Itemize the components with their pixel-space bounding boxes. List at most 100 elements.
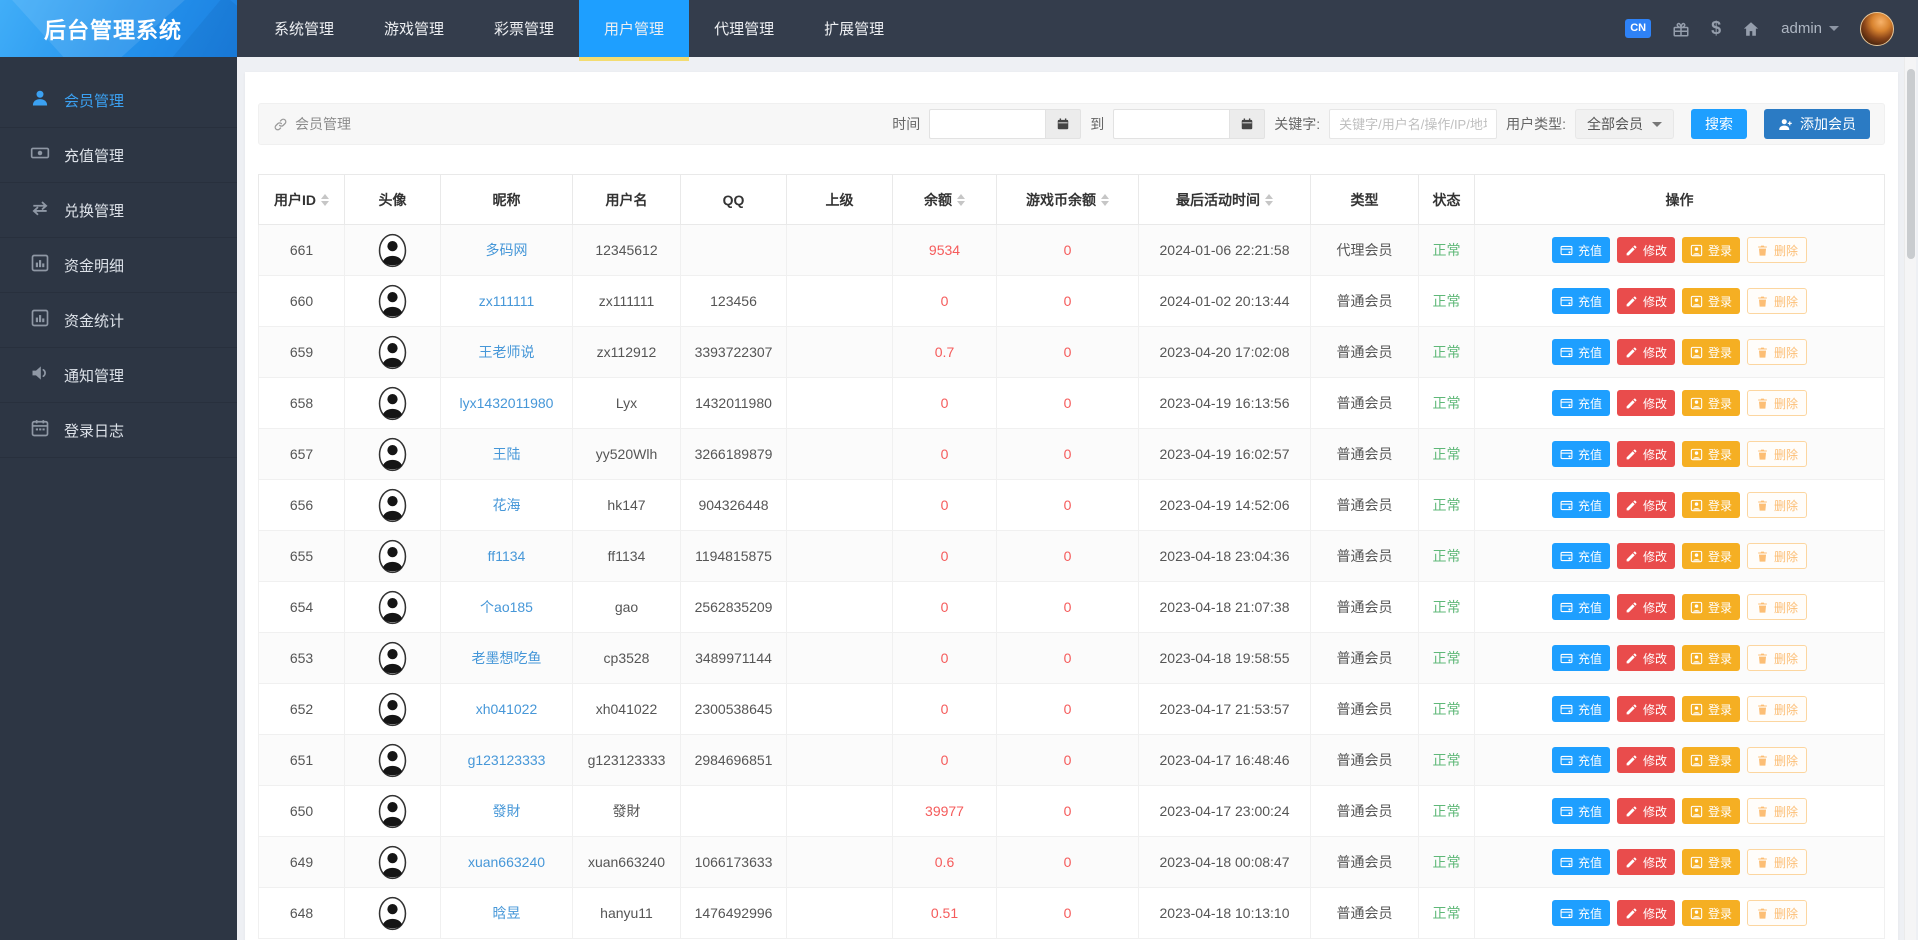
delete-button[interactable]: 删除 (1747, 288, 1808, 314)
login-button[interactable]: 登录 (1682, 390, 1741, 416)
recharge-button[interactable]: 充值 (1551, 696, 1610, 722)
sidebar-item-3[interactable]: 资金明细 (0, 238, 237, 293)
sidebar-item-0[interactable]: 会员管理 (0, 73, 237, 128)
recharge-button[interactable]: 充值 (1551, 237, 1610, 263)
nav-tab-5[interactable]: 扩展管理 (799, 0, 909, 57)
sidebar-item-1[interactable]: 充值管理 (0, 128, 237, 183)
nickname-link[interactable]: xh041022 (476, 701, 538, 717)
delete-button[interactable]: 删除 (1747, 747, 1808, 773)
nickname-link[interactable]: 花海 (493, 497, 521, 513)
gift-icon[interactable] (1672, 20, 1690, 38)
delete-button[interactable]: 删除 (1747, 900, 1808, 926)
recharge-button[interactable]: 充值 (1551, 288, 1610, 314)
recharge-button[interactable]: 充值 (1551, 645, 1610, 671)
login-button[interactable]: 登录 (1682, 747, 1741, 773)
edit-button[interactable]: 修改 (1616, 441, 1675, 467)
nickname-link[interactable]: 王陆 (493, 446, 521, 462)
user-type-select[interactable]: 全部会员 (1575, 109, 1674, 139)
login-button[interactable]: 登录 (1682, 849, 1741, 875)
login-button[interactable]: 登录 (1682, 798, 1741, 824)
nickname-link[interactable]: xuan663240 (468, 854, 545, 870)
recharge-button[interactable]: 充值 (1551, 543, 1610, 569)
nickname-link[interactable]: g123123333 (468, 752, 546, 768)
nickname-link[interactable]: 晗昱 (493, 905, 521, 921)
nickname-link[interactable]: 王老师说 (479, 344, 535, 360)
login-button[interactable]: 登录 (1682, 288, 1741, 314)
delete-button[interactable]: 删除 (1747, 849, 1808, 875)
recharge-button[interactable]: 充值 (1551, 849, 1610, 875)
nickname-link[interactable]: 个ao185 (480, 599, 533, 615)
login-button[interactable]: 登录 (1682, 492, 1741, 518)
delete-button[interactable]: 删除 (1747, 492, 1808, 518)
login-button[interactable]: 登录 (1682, 900, 1741, 926)
sidebar-item-2[interactable]: 兑换管理 (0, 183, 237, 238)
delete-button[interactable]: 删除 (1747, 798, 1808, 824)
end-date-input[interactable] (1113, 109, 1230, 139)
delete-button[interactable]: 删除 (1747, 441, 1808, 467)
nickname-link[interactable]: zx111111 (479, 293, 535, 309)
edit-button[interactable]: 修改 (1616, 798, 1675, 824)
recharge-button[interactable]: 充值 (1551, 492, 1610, 518)
recharge-button[interactable]: 充值 (1551, 798, 1610, 824)
delete-button[interactable]: 删除 (1747, 543, 1808, 569)
delete-button[interactable]: 删除 (1747, 594, 1808, 620)
scrollbar[interactable] (1904, 57, 1916, 940)
sort-icon[interactable] (1101, 193, 1109, 206)
recharge-button[interactable]: 充值 (1551, 747, 1610, 773)
edit-button[interactable]: 修改 (1616, 339, 1675, 365)
recharge-button[interactable]: 充值 (1551, 594, 1610, 620)
home-icon[interactable] (1742, 20, 1760, 38)
nickname-link[interactable]: 老墨想吃鱼 (472, 650, 542, 666)
language-badge[interactable]: CN (1625, 19, 1652, 38)
nav-tab-0[interactable]: 系统管理 (249, 0, 359, 57)
add-member-button[interactable]: 添加会员 (1764, 109, 1870, 139)
edit-button[interactable]: 修改 (1616, 849, 1675, 875)
login-button[interactable]: 登录 (1682, 645, 1741, 671)
login-button[interactable]: 登录 (1682, 594, 1741, 620)
login-button[interactable]: 登录 (1682, 441, 1741, 467)
nickname-link[interactable]: lyx1432011980 (460, 395, 554, 411)
delete-button[interactable]: 删除 (1747, 696, 1808, 722)
edit-button[interactable]: 修改 (1616, 492, 1675, 518)
nickname-link[interactable]: 發財 (493, 803, 521, 819)
login-button[interactable]: 登录 (1682, 339, 1741, 365)
delete-button[interactable]: 删除 (1747, 237, 1808, 263)
calendar-icon[interactable] (1229, 109, 1266, 139)
edit-button[interactable]: 修改 (1616, 900, 1675, 926)
sidebar-item-4[interactable]: 资金统计 (0, 293, 237, 348)
edit-button[interactable]: 修改 (1616, 696, 1675, 722)
edit-button[interactable]: 修改 (1616, 237, 1675, 263)
calendar-icon[interactable] (1045, 109, 1082, 139)
delete-button[interactable]: 删除 (1747, 390, 1808, 416)
delete-button[interactable]: 删除 (1747, 339, 1808, 365)
login-button[interactable]: 登录 (1682, 696, 1741, 722)
avatar[interactable] (1860, 11, 1894, 46)
keyword-input[interactable] (1329, 109, 1498, 139)
nickname-link[interactable]: ff1134 (488, 548, 526, 564)
sort-icon[interactable] (957, 193, 965, 206)
edit-button[interactable]: 修改 (1616, 288, 1675, 314)
dollar-icon[interactable]: $ (1711, 18, 1721, 39)
recharge-button[interactable]: 充值 (1551, 900, 1610, 926)
login-button[interactable]: 登录 (1682, 543, 1741, 569)
recharge-button[interactable]: 充值 (1551, 441, 1610, 467)
edit-button[interactable]: 修改 (1616, 390, 1675, 416)
nickname-link[interactable]: 多码网 (486, 242, 528, 258)
user-menu[interactable]: admin (1781, 20, 1839, 37)
sidebar-item-6[interactable]: 登录日志 (0, 403, 237, 458)
nav-tab-2[interactable]: 彩票管理 (469, 0, 579, 57)
sidebar-item-5[interactable]: 通知管理 (0, 348, 237, 403)
delete-button[interactable]: 删除 (1747, 645, 1808, 671)
edit-button[interactable]: 修改 (1616, 543, 1675, 569)
recharge-button[interactable]: 充值 (1551, 339, 1610, 365)
recharge-button[interactable]: 充值 (1551, 390, 1610, 416)
nav-tab-3[interactable]: 用户管理 (579, 0, 690, 61)
sort-icon[interactable] (321, 193, 329, 206)
nav-tab-4[interactable]: 代理管理 (689, 0, 799, 57)
edit-button[interactable]: 修改 (1616, 594, 1675, 620)
login-button[interactable]: 登录 (1682, 237, 1741, 263)
nav-tab-1[interactable]: 游戏管理 (359, 0, 469, 57)
edit-button[interactable]: 修改 (1616, 645, 1675, 671)
sort-icon[interactable] (1265, 193, 1273, 206)
start-date-input[interactable] (929, 109, 1046, 139)
